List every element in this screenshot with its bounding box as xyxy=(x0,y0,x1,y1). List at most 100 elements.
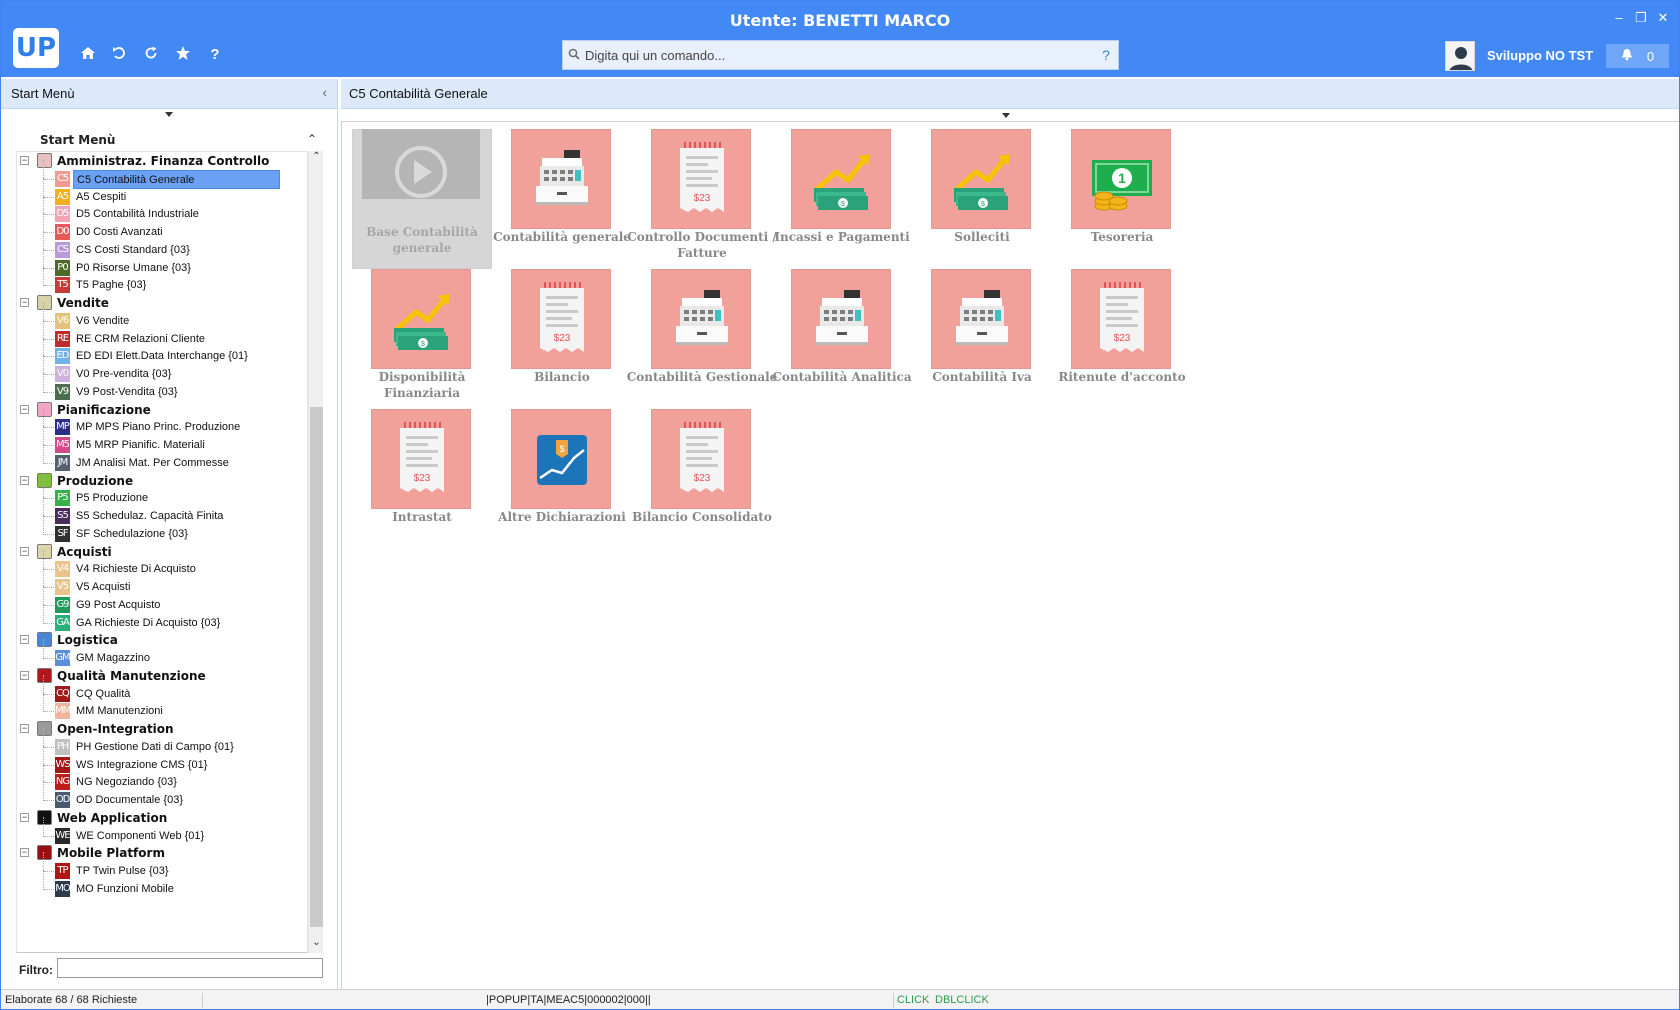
tree-category[interactable]: − Pianificazione xyxy=(17,401,307,420)
refresh-icon[interactable] xyxy=(141,45,161,65)
module-tile[interactable]: Contabilità Analitica xyxy=(762,261,912,401)
app-logo[interactable]: UP xyxy=(13,28,59,68)
filter-input[interactable] xyxy=(57,958,323,978)
help-icon[interactable]: ? xyxy=(205,45,225,65)
tree-item[interactable]: M5 M5 MRP Pianific. Materiali xyxy=(17,426,307,455)
cash-register-icon xyxy=(931,269,1031,369)
tree-item[interactable]: CS CS Costi Standard {03} xyxy=(17,230,307,260)
tree-item[interactable]: GA GA Richieste Di Acquisto {03} xyxy=(17,603,307,633)
scroll-down-icon[interactable]: ⌄ xyxy=(309,937,324,948)
tree-item[interactable]: WE WE Componenti Web {01} xyxy=(17,816,307,846)
status-command: |POPUP|TA|MEAC5|000002|000|| xyxy=(486,994,651,1006)
module-tile[interactable]: Contabilità Gestionale xyxy=(622,261,777,401)
module-tile[interactable]: $23 Ritenute d'acconto xyxy=(1042,261,1192,401)
collapse-toggle-icon[interactable]: − xyxy=(20,156,29,165)
module-tile[interactable]: $23 Bilancio Consolidato xyxy=(622,401,772,541)
module-tile[interactable]: 1 Tesoreria xyxy=(1042,121,1192,261)
tree-item[interactable]: D0 D0 Costi Avanzati xyxy=(17,213,307,242)
collapse-toggle-icon[interactable]: − xyxy=(20,670,29,680)
search-input[interactable] xyxy=(585,47,1094,63)
tree-item[interactable]: D5 D5 Contabilità Industriale xyxy=(17,195,307,224)
tree-item[interactable]: TP TP Twin Pulse {03} xyxy=(17,852,307,881)
star-icon[interactable] xyxy=(173,45,193,65)
scroll-up-icon[interactable]: ⌃ xyxy=(309,151,324,162)
collapse-toggle-icon[interactable]: − xyxy=(20,475,29,485)
tree-category[interactable]: − Produzione xyxy=(17,472,307,491)
tree-category[interactable]: − Qualità Manutenzione xyxy=(17,667,307,686)
tree-item[interactable]: T5 T5 Paghe {03} xyxy=(17,266,307,295)
tree-item[interactable]: NG NG Negoziando {03} xyxy=(17,763,307,792)
tree-item[interactable]: G9 G9 Post Acquisto xyxy=(17,585,307,615)
tree-category[interactable]: − Mobile Platform xyxy=(17,844,307,863)
module-tile[interactable]: Contabilità Iva xyxy=(902,261,1052,401)
tree-category[interactable]: − Amministraz. Finanza Controllo xyxy=(17,152,307,171)
undo-icon[interactable] xyxy=(109,45,129,65)
status-requests: Elaborate 68 / 68 Richieste xyxy=(5,994,138,1006)
tree-item[interactable]: RE RE CRM Relazioni Cliente xyxy=(17,319,307,349)
command-search[interactable]: ? xyxy=(562,40,1119,70)
module-tile[interactable]: $23 Bilancio xyxy=(482,261,632,401)
tree-item[interactable]: V5 V5 Acquisti xyxy=(17,568,307,597)
status-bar: Elaborate 68 / 68 Richieste |POPUP|TA|ME… xyxy=(1,989,1679,1009)
tree-item[interactable]: MO MO Funzioni Mobile xyxy=(17,869,307,899)
tree-item[interactable]: SF SF Schedulazione {03} xyxy=(17,514,307,544)
tree-item[interactable]: JM JM Analisi Mat. Per Commesse xyxy=(17,443,307,473)
minimize-button[interactable]: – xyxy=(1611,10,1627,25)
module-tile[interactable]: $ Altre Dichiarazioni xyxy=(482,401,632,541)
tree-item[interactable]: V6 V6 Vendite xyxy=(17,301,307,331)
collapse-toggle-icon[interactable]: − xyxy=(20,404,29,414)
module-tile[interactable]: Contabilità generale xyxy=(482,121,632,261)
module-code-icon: P0 xyxy=(55,259,70,276)
module-tile[interactable]: $ Disponibilità Finanziaria xyxy=(342,261,492,401)
tree-item[interactable]: P0 P0 Risorse Umane {03} xyxy=(17,248,307,278)
collapse-panel-icon[interactable]: ‹ xyxy=(322,84,327,100)
tree-item[interactable]: S5 S5 Schedulaz. Capacità Finita xyxy=(17,497,307,526)
tree-category[interactable]: − Web Application xyxy=(17,809,307,828)
avatar[interactable] xyxy=(1445,41,1475,71)
home-icon[interactable] xyxy=(78,45,98,65)
restore-button[interactable]: ❐ xyxy=(1633,10,1649,26)
tree-scrollbar[interactable]: ⌃ ⌄ xyxy=(308,151,323,953)
left-dropdown-caret[interactable] xyxy=(165,112,173,117)
right-dropdown-caret[interactable] xyxy=(1002,113,1010,118)
tree-item[interactable]: GM GM Magazzino xyxy=(17,639,307,668)
tree-category[interactable]: − Acquisti xyxy=(17,543,307,562)
collapse-toggle-icon[interactable]: − xyxy=(20,812,29,822)
tree-item[interactable]: WS WS Integrazione CMS {01} xyxy=(17,745,307,775)
tree-item[interactable]: P5 P5 Produzione xyxy=(17,479,307,508)
tree-item[interactable]: C5 C5 Contabilità Generale xyxy=(17,159,307,189)
tree-connector xyxy=(44,178,54,180)
tree-item[interactable]: CQ CQ Qualità xyxy=(17,674,307,704)
module-tile[interactable]: $23 Controllo Documenti / Fatture xyxy=(622,121,777,261)
tree-connector xyxy=(44,462,54,464)
tree-item[interactable]: MP MP MPS Piano Princ. Produzione xyxy=(17,408,307,437)
tree-category[interactable]: − Logistica xyxy=(17,631,307,650)
collapse-toggle-icon[interactable]: − xyxy=(20,848,29,858)
module-tile[interactable]: $ Incassi e Pagamenti xyxy=(762,121,912,261)
tree-item[interactable]: PH PH Gestione Dati di Campo {01} xyxy=(17,727,307,757)
tree-item[interactable]: V9 V9 Post-Vendita {03} xyxy=(17,372,307,402)
scrollbar-thumb[interactable] xyxy=(310,407,323,927)
tree-category[interactable]: − Open-Integration xyxy=(17,720,307,739)
tree-category[interactable]: − Vendite xyxy=(17,294,307,313)
tree-item[interactable]: A5 A5 Cespiti xyxy=(17,177,307,207)
tree-item[interactable]: MM MM Manutenzioni xyxy=(17,692,307,721)
tree-item[interactable]: V4 V4 Richieste Di Acquisto xyxy=(17,550,307,579)
receipt-icon: $23 xyxy=(1071,269,1171,369)
close-button[interactable]: ✕ xyxy=(1655,10,1671,26)
collapse-toggle-icon[interactable]: − xyxy=(20,298,29,307)
collapse-toggle-icon[interactable]: − xyxy=(20,635,29,645)
tree-item-label: SF Schedulazione {03} xyxy=(76,527,188,540)
search-help-icon[interactable]: ? xyxy=(1094,47,1118,63)
collapse-toggle-icon[interactable]: − xyxy=(20,724,29,733)
tree-item-label: MO Funzioni Mobile xyxy=(76,882,174,895)
tree-collapse-up-icon[interactable]: ⌃ xyxy=(307,132,317,146)
notifications-button[interactable]: 0 xyxy=(1606,44,1669,68)
svg-text:$23: $23 xyxy=(1114,333,1131,344)
tree-item[interactable]: OD OD Documentale {03} xyxy=(17,781,307,810)
module-tile[interactable]: $23 Intrastat xyxy=(342,401,492,541)
collapse-toggle-icon[interactable]: − xyxy=(20,546,29,556)
module-tile[interactable]: $ Solleciti xyxy=(902,121,1052,261)
tree-item[interactable]: ED ED EDI Elett.Data Interchange {01} xyxy=(17,337,307,366)
tree-item[interactable]: V0 V0 Pre-vendita {03} xyxy=(17,355,307,384)
